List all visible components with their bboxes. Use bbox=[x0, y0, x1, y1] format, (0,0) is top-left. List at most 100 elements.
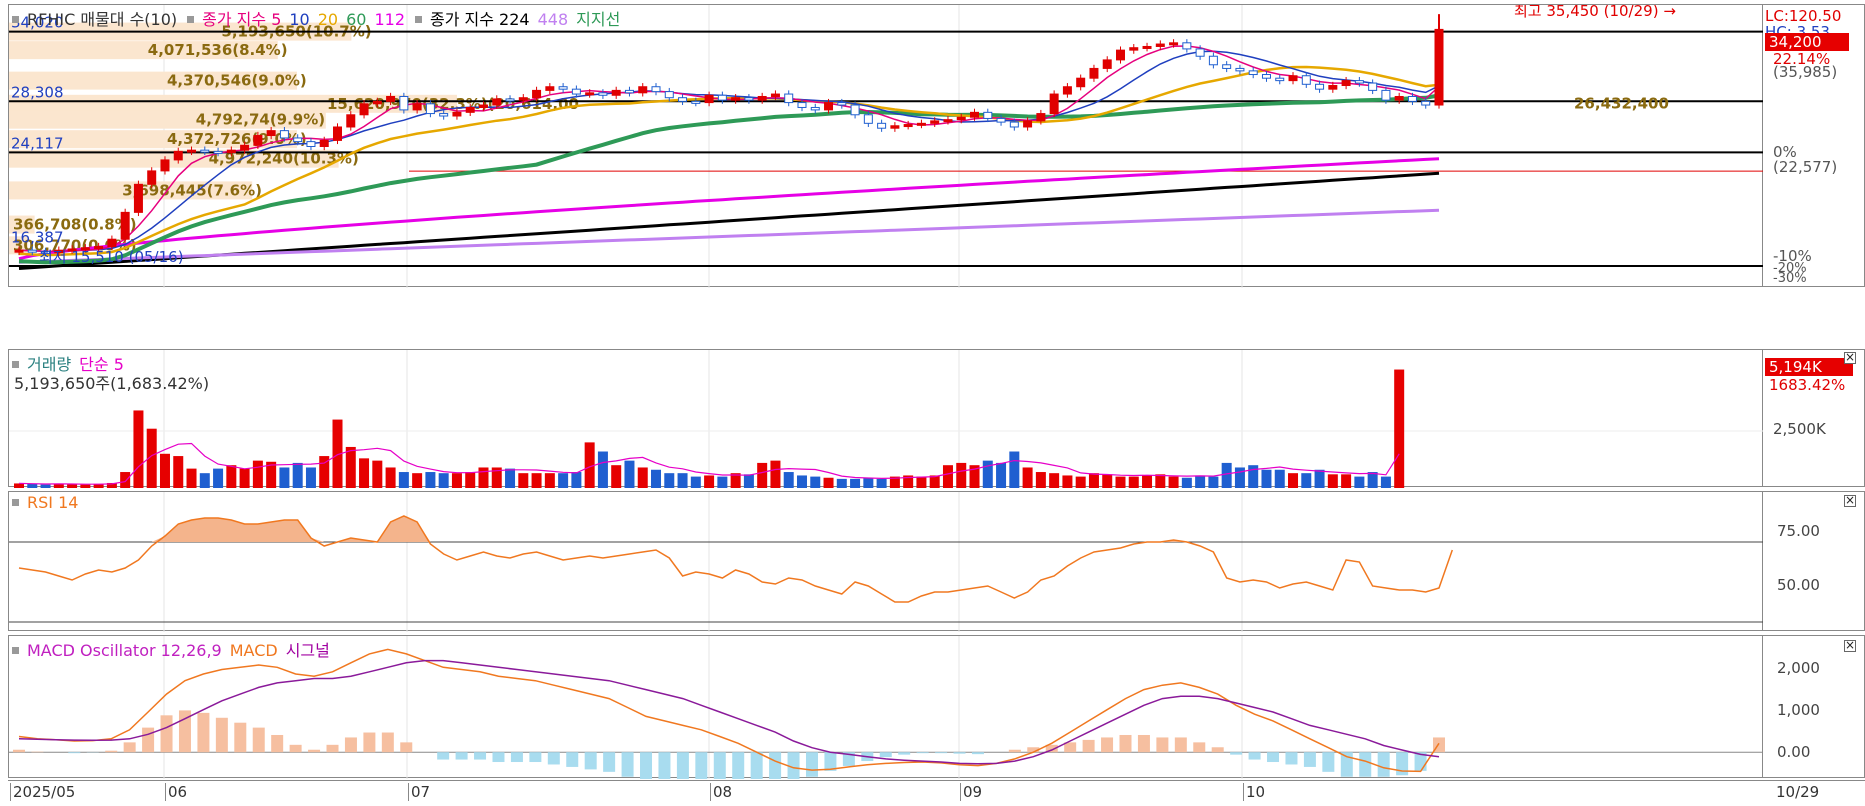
volume-bar bbox=[796, 475, 807, 488]
volume-bar bbox=[1221, 462, 1232, 488]
x-tick-label: 06 bbox=[165, 783, 187, 801]
macd-osc-bar bbox=[474, 752, 487, 760]
x-tick-label: 10 bbox=[1243, 783, 1265, 801]
macd-osc-bar bbox=[492, 752, 505, 763]
macd-tick-2000: 2,000 bbox=[1777, 659, 1820, 677]
volume-bar bbox=[305, 467, 316, 488]
macd-osc-bar bbox=[105, 750, 118, 753]
candle-body bbox=[1328, 85, 1338, 90]
macd-osc-bar bbox=[658, 752, 671, 779]
price-pane[interactable]: 5,193,650(10.7%) 4,071,536(8.4%) 4,370,546… bbox=[8, 4, 1764, 288]
volume-bar bbox=[558, 473, 569, 488]
legend-item[interactable]: 112 bbox=[374, 10, 405, 29]
macd-osc-bar bbox=[769, 752, 782, 779]
candle-body bbox=[1354, 80, 1364, 84]
candle-body bbox=[213, 150, 223, 154]
macd-osc-bar bbox=[13, 749, 25, 753]
volume-profile-label: 4,370,546(9.0%) bbox=[167, 72, 307, 90]
candle-body bbox=[678, 97, 688, 102]
volume-bar bbox=[27, 483, 38, 488]
macd-osc-bar bbox=[713, 752, 726, 779]
candle-body bbox=[120, 211, 130, 240]
candle-body bbox=[571, 88, 581, 95]
candle-body bbox=[1115, 49, 1125, 61]
legend-item[interactable]: 종가 지수 224 bbox=[430, 10, 530, 29]
candle-body bbox=[598, 92, 608, 96]
volume-bar bbox=[664, 473, 675, 488]
legend-item[interactable]: 지지선 bbox=[576, 10, 620, 29]
macd-osc-bar bbox=[547, 752, 560, 765]
macd-osc-bar bbox=[271, 734, 284, 753]
price-chart[interactable]: 5,193,650(10.7%)4,071,536(8.4%)4,370,546… bbox=[9, 5, 1764, 288]
legend-item[interactable]: 448 bbox=[538, 10, 569, 29]
candle-body bbox=[757, 95, 767, 101]
macd-osc-bar bbox=[1156, 737, 1169, 753]
volume-bar bbox=[956, 462, 967, 488]
candle-body bbox=[465, 106, 475, 113]
volume-bar bbox=[942, 465, 953, 488]
rsi-pane[interactable] bbox=[8, 491, 1764, 632]
macd-osc-bar bbox=[123, 742, 136, 753]
macd-osc-bar bbox=[603, 752, 616, 772]
volume-info: 5,193,650주(1,683.42%) bbox=[14, 374, 210, 393]
rsi-tick-50: 50.00 bbox=[1777, 576, 1820, 594]
volume-bar bbox=[385, 467, 396, 488]
candle-body bbox=[1182, 42, 1192, 50]
rsi-chart[interactable] bbox=[9, 492, 1764, 632]
candle-body bbox=[133, 183, 143, 213]
volume-bar bbox=[690, 476, 701, 488]
legend-item[interactable]: 종가 지수 5 bbox=[202, 10, 281, 29]
legend-item[interactable]: 10 bbox=[289, 10, 309, 29]
volume-bar bbox=[1314, 469, 1325, 488]
legend-item[interactable]: 20 bbox=[318, 10, 338, 29]
candle-body bbox=[1049, 93, 1059, 115]
legend-square-icon bbox=[12, 16, 19, 23]
macd-osc-bar bbox=[732, 752, 745, 779]
volume-close-icon[interactable]: × bbox=[1844, 351, 1856, 364]
volume-bar bbox=[637, 467, 648, 488]
candle-body bbox=[930, 120, 940, 124]
candle-body bbox=[558, 86, 568, 90]
candle-body bbox=[372, 100, 382, 105]
macd-close-icon[interactable]: × bbox=[1844, 639, 1856, 652]
volume-bar bbox=[451, 473, 462, 488]
volume-bar bbox=[1102, 474, 1113, 488]
volume-bar bbox=[465, 472, 476, 488]
rsi-close-icon[interactable]: × bbox=[1844, 494, 1856, 507]
macd-osc-bar bbox=[1248, 752, 1261, 760]
volume-bar bbox=[704, 475, 715, 488]
volume-bar bbox=[770, 460, 781, 488]
volume-bar bbox=[359, 458, 370, 488]
rsi-overbought-fill bbox=[19, 516, 1453, 542]
volume-tick-2500k: 2,500K bbox=[1773, 420, 1826, 438]
candle-body bbox=[983, 111, 993, 119]
macd-osc-bar bbox=[344, 737, 357, 753]
macd-osc-bar bbox=[805, 752, 818, 777]
volume-bar bbox=[226, 465, 237, 488]
candle-body bbox=[452, 111, 462, 117]
volume-bar bbox=[173, 456, 184, 488]
legend-item[interactable]: 60 bbox=[346, 10, 366, 29]
candle-body bbox=[160, 159, 170, 172]
volume-bar bbox=[120, 472, 131, 488]
candle-body bbox=[638, 86, 648, 94]
volume-bar bbox=[929, 475, 940, 488]
candle-body bbox=[1235, 67, 1245, 72]
candle-body bbox=[425, 103, 435, 115]
volume-bar bbox=[1075, 476, 1086, 488]
candle-body bbox=[996, 117, 1006, 123]
volume-bar bbox=[1128, 476, 1139, 488]
macd-osc-bar bbox=[455, 752, 468, 760]
volume-chart[interactable] bbox=[9, 350, 1764, 488]
volume-bar bbox=[1208, 476, 1219, 488]
candle-body bbox=[691, 100, 701, 104]
volume-bar bbox=[478, 467, 489, 488]
legend-item[interactable]: RFHIC 매물대 수(10) bbox=[27, 10, 177, 29]
x-last-label: 10/29 bbox=[1776, 783, 1820, 801]
macd-osc-bar bbox=[252, 727, 265, 753]
volume-bar bbox=[1394, 369, 1405, 488]
volume-bar bbox=[916, 476, 927, 488]
x-axis: 2025/05 06 07 08 09 10 10/29 bbox=[8, 780, 1865, 805]
macd-osc-bar bbox=[1377, 752, 1390, 777]
volume-pane[interactable] bbox=[8, 349, 1764, 488]
